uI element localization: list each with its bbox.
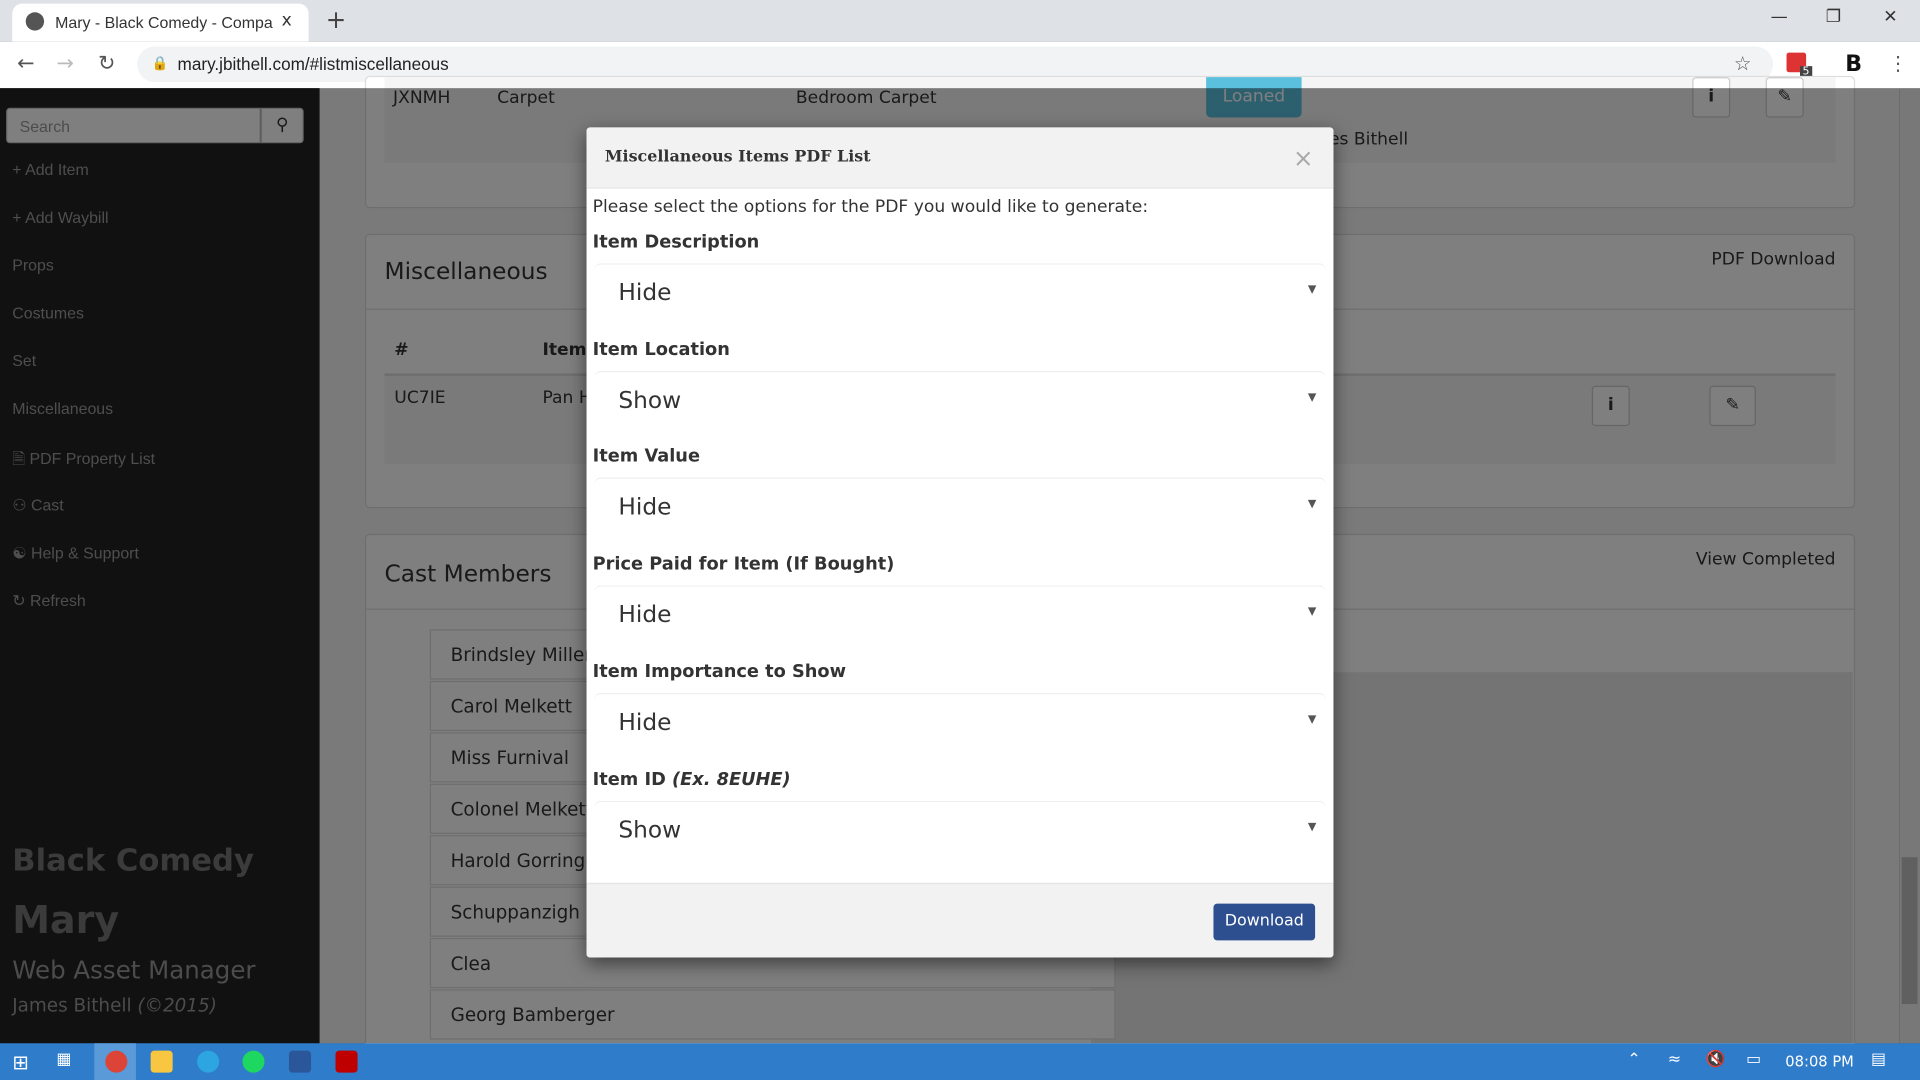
volume-muted-icon[interactable]: 🔇 [1706, 1051, 1726, 1069]
new-tab-button[interactable]: + [326, 5, 347, 34]
field-label-description: Item Description [592, 232, 760, 253]
star-icon[interactable]: ☆ [1734, 51, 1752, 74]
item-value-select[interactable]: Hide ▼ [593, 477, 1327, 536]
filezilla-icon[interactable] [335, 1050, 358, 1073]
field-label-price-paid: Price Paid for Item (If Bought) [592, 554, 895, 575]
globe-icon [25, 12, 45, 31]
battery-icon[interactable]: ▭ [1746, 1051, 1761, 1069]
b-extension-icon[interactable]: B [1845, 51, 1862, 77]
lock-icon: 🔒 [151, 55, 169, 72]
caret-down-icon: ▼ [1307, 284, 1317, 297]
download-button[interactable]: Download [1213, 903, 1316, 941]
browser-tab[interactable]: Mary - Black Comedy - Company x [12, 3, 309, 42]
field-label-item-id: Item ID (Ex. 8EUHE) [593, 770, 791, 790]
caret-down-icon: ▼ [1307, 821, 1317, 834]
item-description-select[interactable]: Hide ▼ [593, 263, 1327, 321]
selected-value: Hide [618, 279, 672, 307]
selected-value: Show [618, 386, 682, 414]
chevron-up-icon[interactable]: ⌃ [1627, 1051, 1640, 1069]
field-label-value: Item Value [592, 446, 701, 467]
field-label-location: Item Location [592, 340, 730, 361]
windows-start-icon[interactable]: ⊞ [12, 1051, 28, 1074]
wifi-icon[interactable]: ≈ [1668, 1051, 1681, 1069]
file-explorer-icon[interactable] [150, 1050, 173, 1073]
modal-footer: Download [586, 882, 1334, 958]
url-text: mary.jbithell.com/#listmiscellaneous [177, 53, 449, 74]
clock[interactable]: 08:08 PM [1785, 1053, 1854, 1070]
tab-title: Mary - Black Comedy - Company [55, 13, 274, 32]
forward-icon[interactable]: → [56, 51, 73, 75]
menu-icon[interactable]: ⋮ [1888, 51, 1908, 74]
word-icon[interactable] [288, 1050, 312, 1073]
modal-title: Miscellaneous Items PDF List [604, 148, 871, 167]
task-view-icon[interactable]: ▦ [56, 1051, 71, 1069]
caret-down-icon: ▼ [1307, 606, 1317, 619]
modal-intro: Please select the options for the PDF yo… [592, 197, 1149, 217]
item-location-select[interactable]: Show ▼ [593, 371, 1327, 429]
caret-down-icon: ▼ [1307, 391, 1317, 405]
notifications-icon[interactable]: ▤ [1871, 1051, 1886, 1069]
tab-close-button[interactable]: x [282, 11, 292, 31]
spotify-icon[interactable] [242, 1050, 265, 1073]
selected-value: Hide [618, 601, 672, 629]
item-id-select[interactable]: Show ▼ [593, 800, 1327, 859]
close-window-button[interactable]: ✕ [1883, 7, 1897, 27]
label: Item ID [592, 770, 666, 790]
caret-down-icon: ▼ [1307, 498, 1317, 511]
reload-icon[interactable]: ↻ [98, 51, 115, 75]
selected-value: Show [618, 816, 682, 844]
importance-select[interactable]: Hide ▼ [593, 693, 1327, 751]
tab-strip: Mary - Black Comedy - Company x + — ❐ ✕ [0, 0, 1920, 42]
caret-down-icon: ▼ [1307, 713, 1317, 727]
modal-header: Miscellaneous Items PDF List × [586, 127, 1334, 189]
back-icon[interactable]: ← [17, 51, 34, 75]
price-paid-select[interactable]: Hide ▼ [593, 585, 1327, 643]
label-hint: (Ex. 8EUHE) [672, 770, 791, 790]
telegram-icon[interactable] [197, 1050, 220, 1073]
minimize-button[interactable]: — [1771, 7, 1788, 27]
pdf-options-modal: Miscellaneous Items PDF List × Please se… [586, 127, 1334, 958]
field-label-importance: Item Importance to Show [592, 662, 847, 683]
close-icon[interactable]: × [1293, 143, 1314, 172]
selected-value: Hide [618, 493, 672, 521]
chrome-icon[interactable] [105, 1050, 128, 1073]
taskbar: ⊞ ▦ ⌃ ≈ 🔇 ▭ 08:08 PM ▤ [0, 1043, 1920, 1080]
maximize-button[interactable]: ❐ [1826, 7, 1841, 27]
selected-value: Hide [618, 708, 672, 736]
